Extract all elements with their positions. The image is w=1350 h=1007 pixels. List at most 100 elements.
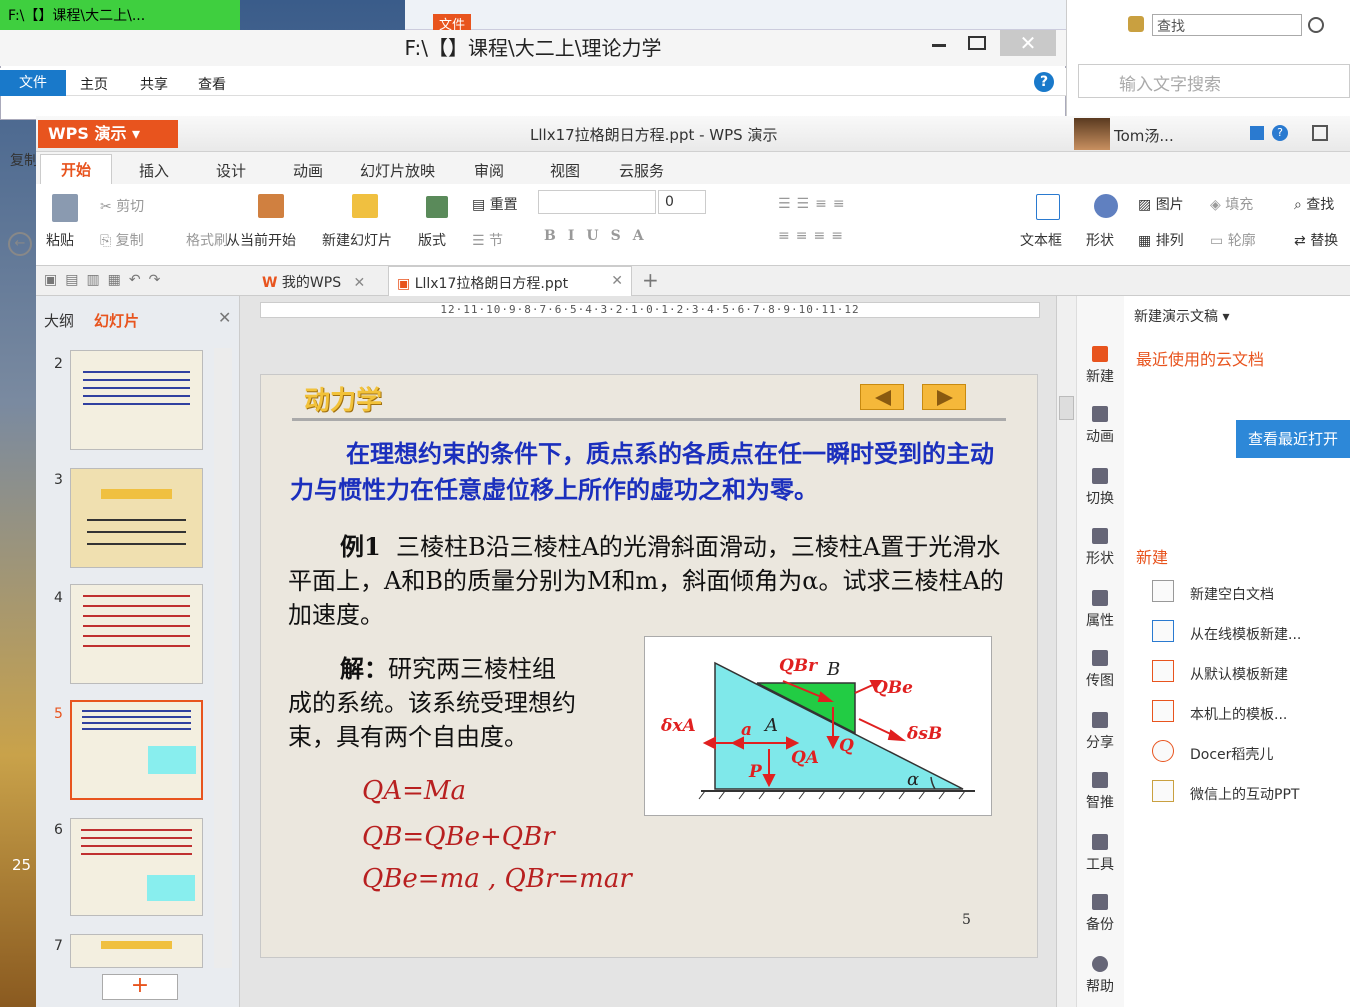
- sidebar-properties[interactable]: 属性: [1080, 590, 1120, 630]
- tab-animation[interactable]: 动画: [293, 160, 323, 181]
- tab-view[interactable]: 视图: [550, 160, 580, 181]
- wps-app-menu-button[interactable]: WPS 演示 ▾: [38, 120, 178, 148]
- sidebar-transition[interactable]: 切换: [1080, 468, 1120, 508]
- align-buttons[interactable]: ≡≡≡≡: [778, 228, 849, 244]
- tab-cloud[interactable]: 云服务: [619, 160, 664, 181]
- avatar[interactable]: [1074, 118, 1110, 150]
- slide-thumbnail-4[interactable]: [70, 584, 203, 684]
- shape-icon: [1094, 194, 1118, 218]
- slide-thumbnail-5[interactable]: [70, 700, 203, 800]
- from-current-button[interactable]: 从当前开始: [226, 230, 296, 250]
- textbox-button[interactable]: 文本框: [1020, 230, 1062, 250]
- layout-button[interactable]: 版式: [418, 230, 446, 250]
- tab-review[interactable]: 审阅: [474, 160, 504, 181]
- list-buttons[interactable]: ☰☰≡≡: [778, 196, 851, 212]
- sidebar-tools[interactable]: 工具: [1080, 834, 1120, 874]
- online-template-item[interactable]: 从在线模板新建...: [1190, 624, 1301, 644]
- font-size-select[interactable]: 0: [658, 190, 706, 214]
- help-icon[interactable]: ?: [1272, 125, 1288, 141]
- explorer-tab-share[interactable]: 共享: [140, 74, 168, 94]
- explorer-tab-view[interactable]: 查看: [198, 74, 226, 94]
- close-icon[interactable]: ✕: [611, 273, 623, 289]
- arrange-button[interactable]: ▦ 排列: [1138, 230, 1184, 250]
- new-blank-item[interactable]: 新建空白文档: [1190, 584, 1274, 604]
- explorer-tab-file[interactable]: 文件: [0, 70, 66, 96]
- next-arrow-button[interactable]: [922, 384, 966, 410]
- slide-thumbnail-6[interactable]: [70, 818, 203, 916]
- tab-design[interactable]: 设计: [216, 160, 246, 181]
- slide-thumbnail-7[interactable]: [70, 934, 203, 968]
- tab-mywps[interactable]: W 我的WPS ✕: [256, 268, 382, 294]
- tab-start[interactable]: 开始: [40, 154, 112, 184]
- cut-button[interactable]: ✂ 剪切: [100, 196, 144, 216]
- prev-arrow-button[interactable]: [860, 384, 904, 410]
- slide-number: 2: [54, 356, 63, 372]
- scroll-thumb[interactable]: [1059, 396, 1074, 420]
- sidebar-animation[interactable]: 动画: [1080, 406, 1120, 446]
- format-buttons[interactable]: BIUSA: [544, 228, 656, 244]
- text-search-input[interactable]: 输入文字搜索: [1078, 64, 1350, 98]
- view-recent-button[interactable]: 查看最近打开: [1236, 420, 1350, 458]
- slide-thumbnail-2[interactable]: [70, 350, 203, 450]
- sidebar-tools-label: 工具: [1086, 857, 1114, 873]
- background-window-tab[interactable]: F:\【】课程\大二上\...: [0, 0, 240, 30]
- tab-insert[interactable]: 插入: [139, 160, 169, 181]
- sidebar-help[interactable]: 帮助: [1080, 956, 1120, 996]
- back-arrow-icon[interactable]: ←: [8, 232, 32, 256]
- local-template-item[interactable]: 本机上的模板...: [1190, 704, 1287, 724]
- user-name[interactable]: Tom汤...: [1114, 125, 1174, 146]
- minimize-button[interactable]: [932, 44, 946, 47]
- new-slide-button[interactable]: 新建幻灯片: [322, 230, 392, 250]
- task-pane-header[interactable]: 新建演示文稿 ▾: [1134, 306, 1229, 326]
- tab-document[interactable]: ▣ Lllx17拉格朗日方程.ppt ✕: [388, 266, 632, 296]
- fill-button[interactable]: ◈ 填充: [1210, 194, 1253, 214]
- sidebar-smart[interactable]: 智推: [1080, 772, 1120, 812]
- help-icon: [1092, 956, 1108, 972]
- quick-access-icons[interactable]: ▣▤▥▦↶↷: [44, 272, 168, 288]
- slide-thumbnail-3[interactable]: [70, 468, 203, 568]
- example-text: 例1 三棱柱B沿三棱柱A的光滑斜面滑动，三棱柱A置于光滑水平面上，A和B的质量分…: [288, 530, 1008, 632]
- maximize-button[interactable]: [968, 36, 986, 50]
- section-button[interactable]: ☰ 节: [472, 230, 503, 250]
- explorer-tab-home[interactable]: 主页: [80, 74, 108, 94]
- reset-button[interactable]: ▤ 重置: [472, 194, 518, 214]
- tab-slides[interactable]: 幻灯片: [94, 310, 139, 331]
- shape-button[interactable]: 形状: [1086, 230, 1114, 250]
- font-name-select[interactable]: [538, 190, 656, 214]
- docer-item[interactable]: Docer稻壳儿: [1190, 744, 1273, 764]
- close-icon[interactable]: ✕: [354, 275, 366, 291]
- slide-title: 动力学: [304, 386, 383, 416]
- editor-scrollbar[interactable]: [1056, 296, 1076, 1007]
- outline-button[interactable]: ▭ 轮廓: [1210, 230, 1256, 250]
- sidebar-new[interactable]: 新建: [1080, 346, 1120, 386]
- format-painter-button[interactable]: 格式刷: [186, 230, 228, 250]
- sidebar-transfer[interactable]: 传图: [1080, 650, 1120, 690]
- new-tab-button[interactable]: +: [642, 268, 659, 292]
- picture-button[interactable]: ▨ 图片: [1138, 194, 1184, 214]
- help-icon[interactable]: ?: [1034, 72, 1054, 92]
- default-template-item[interactable]: 从默认模板新建: [1190, 664, 1288, 684]
- tab-slideshow[interactable]: 幻灯片放映: [360, 160, 435, 181]
- restore-icon[interactable]: [1312, 125, 1328, 141]
- close-button[interactable]: ✕: [1000, 30, 1056, 56]
- skin-icon[interactable]: [1250, 126, 1264, 140]
- sidebar-backup[interactable]: 备份: [1080, 894, 1120, 934]
- find-button[interactable]: ⌕ 查找: [1294, 194, 1334, 214]
- paste-button[interactable]: 粘贴: [46, 230, 74, 250]
- copy-button[interactable]: ⎘ 复制: [100, 230, 144, 250]
- tab-outline[interactable]: 大纲: [44, 310, 74, 331]
- thumbnail-scrollbar[interactable]: [214, 348, 232, 968]
- wps-doc-title: Lllx17拉格朗日方程.ppt - WPS 演示: [530, 126, 778, 144]
- sidebar-shape[interactable]: 形状: [1080, 528, 1120, 568]
- textbox-icon: [1036, 194, 1060, 220]
- gear-icon[interactable]: [1308, 17, 1324, 33]
- wps-logo-text: WPS 演示: [48, 124, 127, 143]
- local-template-icon: [1152, 700, 1174, 722]
- search-input[interactable]: 查找: [1152, 14, 1302, 36]
- slide-number: 3: [54, 472, 63, 488]
- wechat-ppt-item[interactable]: 微信上的互动PPT: [1190, 784, 1299, 804]
- sidebar-share[interactable]: 分享: [1080, 712, 1120, 752]
- add-slide-button[interactable]: +: [102, 974, 178, 1000]
- close-icon[interactable]: ✕: [218, 308, 231, 327]
- replace-button[interactable]: ⇄ 替换: [1294, 230, 1338, 250]
